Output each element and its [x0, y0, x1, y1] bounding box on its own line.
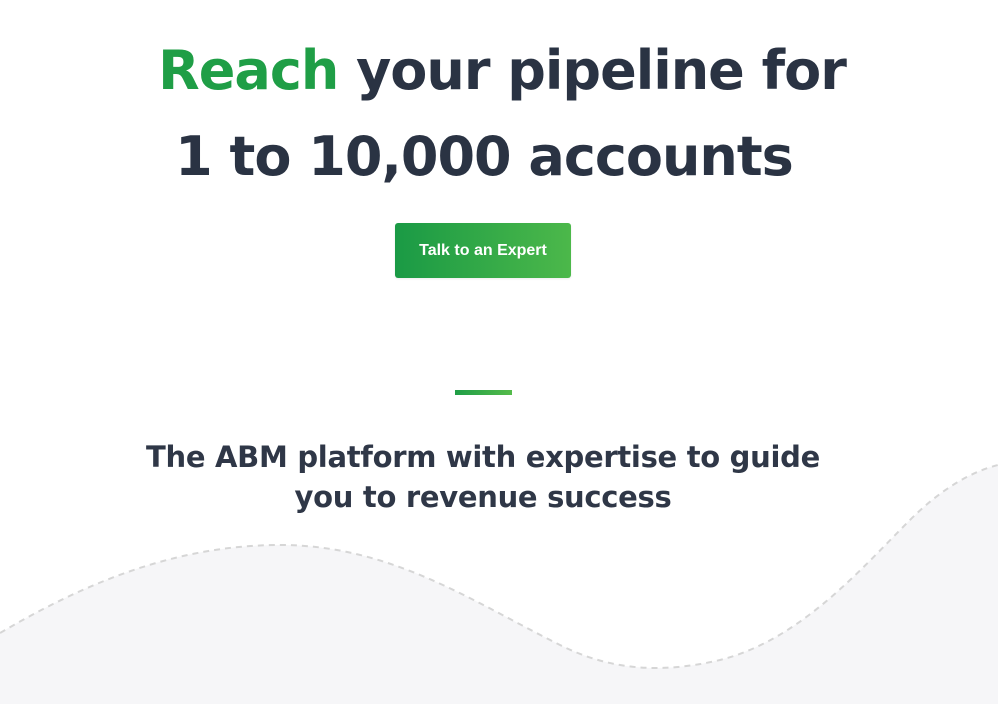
talk-to-expert-button[interactable]: Talk to an Expert	[395, 223, 571, 278]
section-subheading: The ABM platform with expertise to guide…	[120, 437, 846, 517]
headline-line-2: 1 to 10,000 accounts	[175, 125, 794, 188]
landing-page: Reach your pipeline for 1 to 10,000 acco…	[0, 0, 998, 704]
headline-accent-word: Reach	[158, 39, 339, 102]
subheading-line-2: you to revenue success	[294, 480, 672, 514]
subheading-line-1: The ABM platform with expertise to guide	[146, 440, 820, 474]
headline-rest: your pipeline for	[356, 39, 847, 102]
section-divider	[455, 390, 512, 395]
headline-line-1: Reach your pipeline for	[0, 28, 998, 114]
